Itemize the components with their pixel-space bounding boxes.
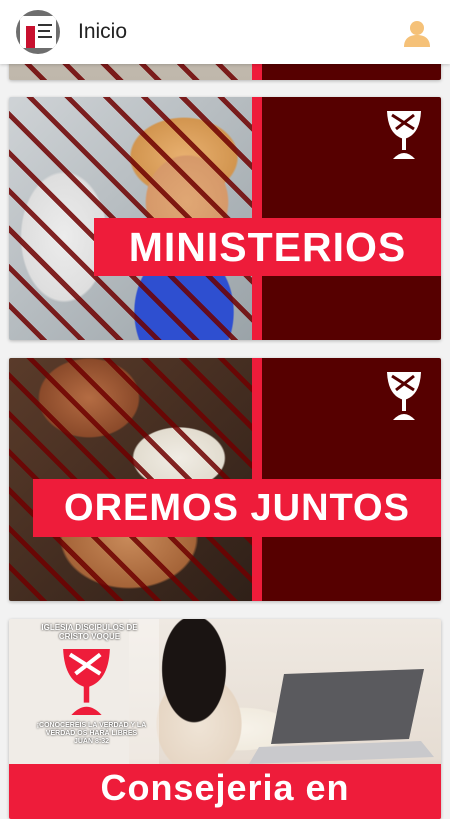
card-title-banner: Consejeria en — [9, 764, 441, 819]
app-bar: Inicio — [0, 0, 450, 64]
poster-verse-ref: JUAN 8:32 — [73, 738, 109, 745]
poster-church-name: IGLESIA DISCIPULOS DE CRISTO VOQUE — [41, 623, 138, 641]
laptop-icon — [249, 669, 434, 764]
poster-verse: ¡CONOCERÉIS LA VERDAD Y LA VERDAD OS HAR… — [29, 722, 154, 746]
card-title-banner: OREMOS JUNTOS — [33, 479, 441, 537]
card-oremos-juntos[interactable]: OREMOS JUNTOS — [9, 358, 441, 601]
page-title: Inicio — [78, 20, 128, 43]
chalice-icon — [387, 111, 421, 159]
chalice-icon — [387, 372, 421, 420]
card-consejeria[interactable]: IGLESIA DISCIPULOS DE CRISTO VOQUE ¡CONO… — [9, 619, 441, 819]
poster-verse-line2: VERDAD OS HARÁ LIBRES — [45, 730, 138, 737]
chalice-icon — [63, 649, 110, 715]
card-title-banner: MINISTERIOS — [94, 218, 441, 276]
profile-icon[interactable] — [400, 16, 434, 50]
card-ministerios[interactable]: MINISTERIOS — [9, 97, 441, 340]
church-logo[interactable] — [16, 10, 60, 54]
poster-verse-line1: ¡CONOCERÉIS LA VERDAD Y LA — [36, 722, 147, 729]
